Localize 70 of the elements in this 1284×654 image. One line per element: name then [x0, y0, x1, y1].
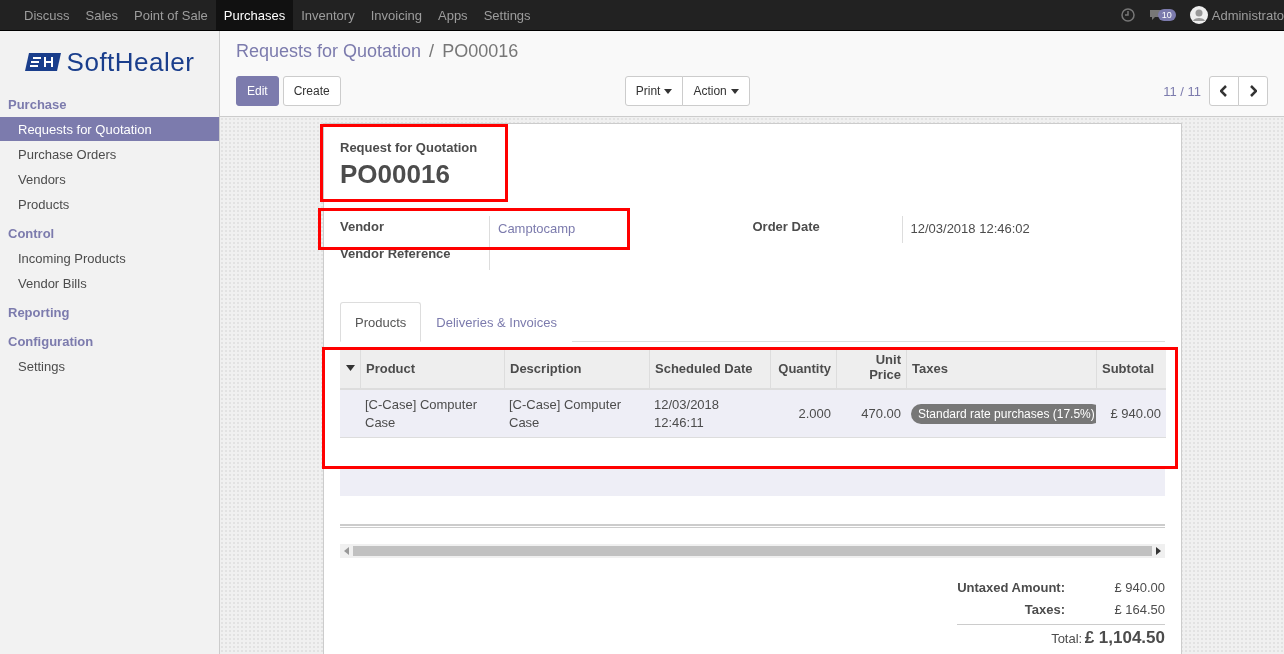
field-label: Vendor: [340, 216, 490, 243]
total-label: Total:: [1051, 630, 1083, 646]
next-button[interactable]: [1238, 76, 1268, 106]
sidebar-item[interactable]: Requests for Quotation: [0, 117, 219, 141]
scroll-right-icon[interactable]: [1156, 547, 1161, 555]
logo-text: SoftHealer: [66, 46, 195, 78]
sidebar-item[interactable]: Products: [0, 192, 219, 216]
app-menu-item[interactable]: Purchases: [215, 0, 294, 30]
print-button[interactable]: Print: [624, 76, 684, 106]
pager-value[interactable]: 11 / 11: [1163, 83, 1201, 99]
app-menu-item[interactable]: Invoicing: [362, 0, 430, 30]
field-label: Order Date: [752, 216, 903, 243]
sidebar-item[interactable]: Vendors: [0, 167, 219, 191]
avatar-icon[interactable]: [1189, 6, 1208, 24]
caret-icon: [664, 88, 673, 94]
breadcrumb-separator: /: [429, 41, 435, 62]
menu-section-header[interactable]: Reporting: [0, 301, 219, 324]
sidebar-item[interactable]: Purchase Orders: [0, 142, 219, 166]
form-subtitle: Request for Quotation: [340, 140, 479, 155]
notebook-tab[interactable]: Products: [340, 302, 422, 342]
grand-total-value: £ 1,104.50: [1084, 628, 1165, 648]
record-name: PO00016: [340, 159, 451, 190]
action-button[interactable]: Action: [682, 76, 750, 106]
column-header[interactable]: Product: [360, 348, 504, 390]
menu-section-header[interactable]: Control: [0, 222, 219, 245]
field-label: Vendor Reference: [340, 243, 490, 270]
app-menu-item[interactable]: Sales: [77, 0, 127, 30]
chevron-right-icon: [1249, 85, 1257, 97]
breadcrumb-link[interactable]: Requests for Quotation: [236, 41, 422, 62]
total-value: £ 164.50: [1113, 602, 1165, 617]
vendor-link[interactable]: Camptocamp: [490, 216, 753, 243]
scrollbar-thumb[interactable]: [353, 546, 1152, 556]
app-menu-item[interactable]: Settings: [475, 0, 539, 30]
create-button[interactable]: Create: [282, 76, 341, 106]
column-header[interactable]: Description: [504, 348, 649, 390]
table-cell: [C-Case] Computer Case: [360, 390, 504, 438]
previous-button[interactable]: [1209, 76, 1239, 106]
column-header[interactable]: Taxes: [906, 348, 1096, 390]
user-name[interactable]: Administrato: [1211, 7, 1284, 23]
table-cell: 2.000: [770, 390, 836, 438]
message-count-badge: 10: [1157, 9, 1176, 21]
sidebar-item[interactable]: Vendor Bills: [0, 271, 219, 295]
column-header[interactable]: Scheduled Date: [649, 348, 770, 390]
app-menu-item[interactable]: Apps: [430, 0, 476, 30]
app-menu-item[interactable]: Inventory: [293, 0, 363, 30]
menu-section-header[interactable]: Configuration: [0, 330, 219, 353]
total-label: Taxes:: [1023, 602, 1065, 617]
total-value: £ 940.00: [1113, 580, 1165, 595]
table-cell: £ 940.00: [1096, 390, 1166, 438]
logo-icon: [24, 53, 61, 71]
caret-icon: [730, 88, 739, 94]
edit-button[interactable]: Edit: [236, 76, 279, 106]
table-cell: 470.00: [836, 390, 906, 438]
field-value: 12/03/2018 12:46:02: [909, 220, 1031, 238]
app-menu-item[interactable]: Discuss: [16, 0, 78, 30]
total-label: Untaxed Amount:: [957, 580, 1065, 595]
column-header[interactable]: Unit Price: [836, 348, 906, 390]
sort-caret-icon[interactable]: [345, 365, 355, 371]
column-header[interactable]: Subtotal: [1096, 348, 1166, 390]
horizontal-scrollbar[interactable]: [340, 544, 1165, 558]
column-header[interactable]: Quantity: [770, 348, 836, 390]
breadcrumb-current: PO00016: [442, 41, 519, 62]
sidebar-item[interactable]: Incoming Products: [0, 246, 219, 270]
clock-icon[interactable]: [1120, 8, 1135, 22]
app-menu-item[interactable]: Point of Sale: [126, 0, 216, 30]
table-cell: 12/03/2018 12:46:11: [649, 390, 770, 438]
menu-section-header[interactable]: Purchase: [0, 93, 219, 116]
chevron-left-icon: [1220, 85, 1228, 97]
table-cell: [C-Case] Computer Case: [504, 390, 649, 438]
sidebar-item[interactable]: Settings: [0, 354, 219, 378]
